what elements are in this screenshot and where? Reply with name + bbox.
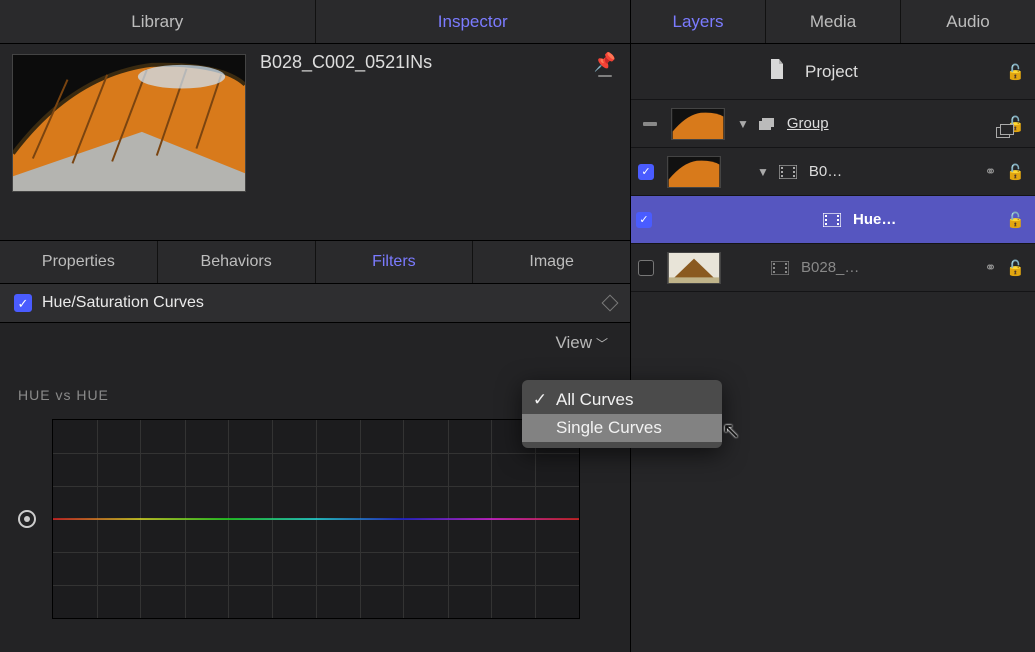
tab-library[interactable]: Library: [0, 0, 315, 43]
lock-icon[interactable]: 🔓: [1006, 211, 1025, 229]
layer-thumb: [671, 108, 725, 140]
layer-visibility-checkbox[interactable]: [638, 164, 654, 180]
filter-header: Hue/Saturation Curves: [0, 284, 630, 323]
film-icon: [779, 165, 797, 179]
clip-name: B028_C002_0521INs: [260, 52, 580, 73]
lock-icon[interactable]: 🔓: [1006, 63, 1025, 81]
view-label: View: [555, 333, 592, 353]
subtab-behaviors[interactable]: Behaviors: [157, 241, 315, 283]
layer-row-project[interactable]: Project 🔓: [631, 44, 1035, 100]
hue-spectrum-line[interactable]: [53, 518, 579, 520]
chevron-down-icon: ﹀: [596, 335, 608, 352]
document-icon: [769, 59, 785, 84]
project-label: Project: [805, 62, 1000, 82]
clip2-label[interactable]: B028_…: [801, 259, 979, 276]
lock-icon[interactable]: 🔓: [1006, 259, 1025, 277]
layer-thumb: [667, 252, 721, 284]
right-panel: Layers Media Audio Project 🔓 ▼ Group: [631, 0, 1035, 652]
menu-item-all-curves[interactable]: ✓ All Curves: [522, 386, 722, 414]
menu-item-single-curves[interactable]: Single Curves: [522, 414, 722, 442]
left-panel: Library Inspector: [0, 0, 631, 652]
hue-curve-grid[interactable]: [52, 419, 580, 619]
clip-thumbnail[interactable]: [12, 54, 246, 192]
disclosure-triangle-icon[interactable]: ▼: [757, 165, 769, 179]
film-icon: [771, 261, 789, 275]
layer-row-clip-2[interactable]: B028_… ⚭ 🔓: [631, 244, 1035, 292]
eyedropper-button[interactable]: [18, 510, 36, 528]
menu-item-label: All Curves: [556, 390, 633, 410]
tab-media[interactable]: Media: [765, 0, 900, 43]
tab-audio[interactable]: Audio: [900, 0, 1035, 43]
link-icon[interactable]: ⚭: [985, 259, 997, 276]
disclosure-triangle-icon[interactable]: ▼: [737, 117, 749, 131]
subtab-properties[interactable]: Properties: [0, 241, 157, 283]
view-dropdown-menu: ✓ All Curves Single Curves: [522, 380, 722, 448]
menu-item-label: Single Curves: [556, 418, 662, 438]
subtab-filters[interactable]: Filters: [315, 241, 473, 283]
filter-body: View ﹀ HUE vs HUE: [0, 323, 630, 652]
right-top-tabs: Layers Media Audio: [631, 0, 1035, 44]
layer-thumb: [667, 156, 721, 188]
subtab-image[interactable]: Image: [472, 241, 630, 283]
film-icon: [823, 213, 841, 227]
clip-label[interactable]: B0…: [809, 163, 979, 180]
check-icon: ✓: [532, 390, 548, 410]
filter-name: Hue/Saturation Curves: [42, 294, 204, 312]
view-dropdown-trigger[interactable]: View ﹀: [14, 333, 616, 353]
pin-button[interactable]: 📌: [594, 52, 616, 77]
clip-preview-row: B028_C002_0521INs 📌: [0, 44, 630, 240]
group-icon: [759, 118, 775, 130]
layer-row-clip[interactable]: ▼ B0… ⚭ 🔓: [631, 148, 1035, 196]
tab-layers[interactable]: Layers: [631, 0, 765, 43]
hue-filter-label[interactable]: Hue…: [853, 211, 1000, 228]
keyframe-diamond-icon[interactable]: [602, 295, 619, 312]
pin-icon: 📌: [594, 52, 616, 73]
filter-enable-checkbox[interactable]: [14, 294, 32, 312]
layer-row-hue-filter[interactable]: Hue… 🔓: [631, 196, 1035, 244]
visibility-dash-icon[interactable]: [643, 122, 657, 126]
pin-icon-underline: [598, 75, 612, 77]
inspector-sub-tabs: Properties Behaviors Filters Image: [0, 240, 630, 284]
mouse-cursor-icon: ↖: [722, 418, 740, 444]
link-icon[interactable]: ⚭: [985, 163, 997, 180]
layer-visibility-checkbox[interactable]: [638, 260, 654, 276]
layer-visibility-checkbox[interactable]: [636, 212, 652, 228]
left-top-tabs: Library Inspector: [0, 0, 630, 44]
layer-row-group[interactable]: ▼ Group 🔓: [631, 100, 1035, 148]
lock-icon[interactable]: 🔓: [1006, 163, 1025, 181]
tab-inspector[interactable]: Inspector: [315, 0, 631, 43]
group-label[interactable]: Group: [787, 115, 990, 132]
